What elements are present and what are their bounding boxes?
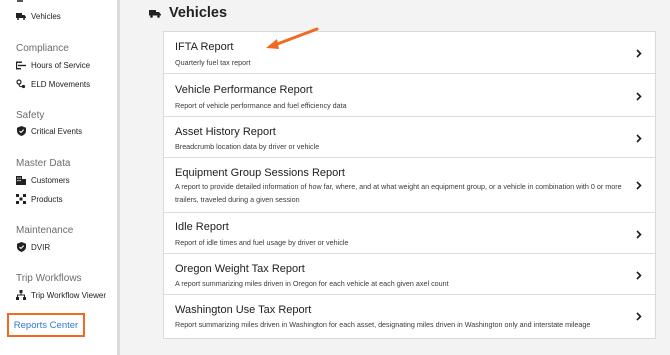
sidebar-item-label: Trip Workflow Viewer	[31, 290, 106, 300]
report-description: Report of vehicle performance and fuel e…	[175, 101, 347, 110]
report-name: Asset History Report	[175, 126, 276, 138]
report-description: A report to provide detailed information…	[175, 182, 622, 204]
sidebar-item-label: Customers	[31, 175, 70, 185]
sidebar-top-divider	[17, 0, 23, 2]
report-name: Equipment Group Sessions Report	[175, 167, 345, 179]
building-icon	[16, 175, 26, 185]
sidebar-item-label: DVIR	[31, 242, 51, 252]
report-description: Quarterly fuel tax report	[175, 58, 251, 67]
sidebar-section-master-data: Master Data	[16, 158, 71, 169]
sidebar-item-label: ELD Movements	[31, 79, 91, 89]
report-name: Washington Use Tax Report	[175, 304, 312, 316]
sidebar-item-customers[interactable]: Customers	[16, 174, 70, 186]
report-row-equipment-group-sessions[interactable]: Equipment Group Sessions Report A report…	[164, 158, 655, 213]
sidebar-item-label: Products	[31, 194, 63, 204]
hos-icon	[16, 60, 26, 70]
sidebar-section-compliance: Compliance	[16, 43, 69, 54]
sidebar-item-dvir[interactable]: DVIR	[16, 241, 50, 253]
report-name: Vehicle Performance Report	[175, 84, 313, 96]
chevron-right-icon	[635, 48, 643, 58]
report-row-vehicle-performance[interactable]: Vehicle Performance Report Report of veh…	[164, 74, 655, 117]
report-description: Breadcrumb location data by driver or ve…	[175, 142, 320, 151]
report-row-oregon-weight-tax[interactable]: Oregon Weight Tax Report A report summar…	[164, 254, 655, 295]
sidebar-item-critical-events[interactable]: Critical Events	[16, 125, 82, 137]
report-name: Oregon Weight Tax Report	[175, 263, 305, 275]
chevron-right-icon	[635, 180, 643, 190]
truck-icon	[149, 8, 161, 18]
sidebar-section-trip-workflows: Trip Workflows	[16, 273, 82, 284]
sidebar-item-products[interactable]: Products	[16, 193, 63, 205]
truck-icon	[16, 11, 26, 21]
sidebar-divider	[117, 0, 120, 355]
report-list: IFTA Report Quarterly fuel tax report Ve…	[163, 31, 656, 339]
report-name: Idle Report	[175, 221, 229, 233]
page-title: Vehicles	[169, 5, 228, 21]
report-description: Report of idle times and fuel usage by d…	[175, 238, 349, 247]
sidebar-item-label: Hours of Service	[31, 60, 91, 70]
movements-icon	[16, 79, 26, 89]
sidebar-item-hours-of-service[interactable]: Hours of Service	[16, 59, 90, 71]
annotation-arrow-icon	[266, 27, 319, 49]
chevron-right-icon	[635, 91, 643, 101]
products-icon	[16, 194, 26, 204]
report-row-ifta[interactable]: IFTA Report Quarterly fuel tax report	[164, 32, 655, 74]
report-row-washington-use-tax[interactable]: Washington Use Tax Report Report summari…	[164, 295, 655, 338]
sidebar-item-eld-movements[interactable]: ELD Movements	[16, 78, 90, 90]
report-row-asset-history[interactable]: Asset History Report Breadcrumb location…	[164, 117, 655, 158]
chevron-right-icon	[635, 229, 643, 239]
workflow-icon	[16, 290, 26, 300]
sidebar-item-vehicles[interactable]: Vehicles	[16, 10, 61, 22]
sidebar-section-maintenance: Maintenance	[16, 225, 74, 236]
shield-icon	[16, 242, 26, 252]
sidebar-item-label: Critical Events	[31, 126, 83, 136]
page-header: Vehicles	[149, 5, 227, 21]
sidebar-item-trip-workflow-viewer[interactable]: Trip Workflow Viewer	[16, 289, 106, 301]
chevron-right-icon	[635, 270, 643, 280]
sidebar-item-reports-center[interactable]: Reports Center	[7, 313, 85, 337]
chevron-right-icon	[635, 311, 643, 321]
report-description: A report summarizing miles driven in Ore…	[175, 279, 449, 288]
report-name: IFTA Report	[175, 41, 234, 53]
sidebar-section-safety: Safety	[16, 110, 45, 121]
report-row-idle[interactable]: Idle Report Report of idle times and fue…	[164, 213, 655, 254]
report-description: Report summarizing miles driven in Washi…	[175, 320, 591, 329]
sidebar-item-label: Vehicles	[31, 11, 61, 21]
shield-icon	[16, 126, 26, 136]
chevron-right-icon	[635, 133, 643, 143]
sidebar: Vehicles Compliance Hours of Service ELD…	[0, 0, 117, 355]
